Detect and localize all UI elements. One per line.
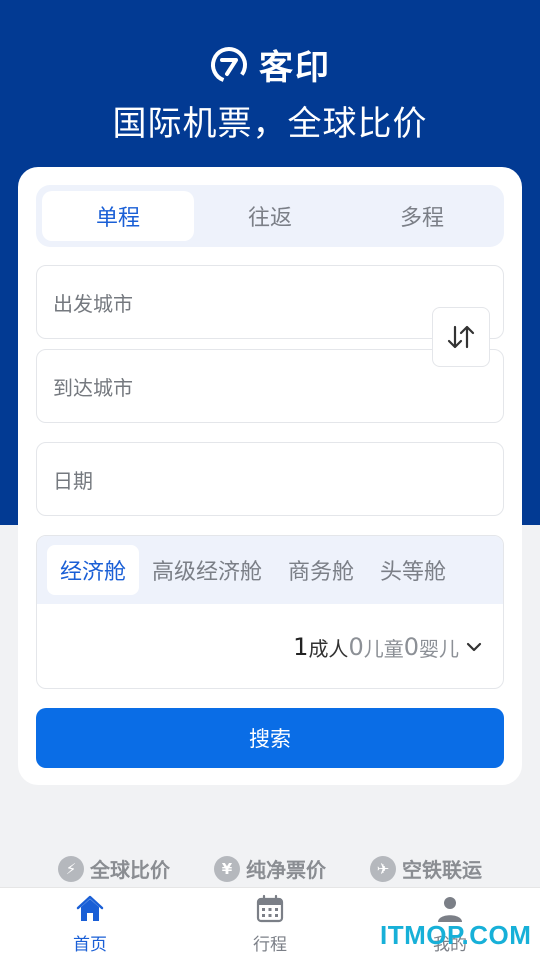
yen-icon: ¥ <box>214 855 240 882</box>
cabin-class-tabs: 经济舱 高级经济舱 商务舱 头等舱 <box>37 536 503 604</box>
cabin-first[interactable]: 头等舱 <box>367 545 459 595</box>
date-field[interactable]: 日期 <box>36 442 504 516</box>
tab-round-trip[interactable]: 往返 <box>194 191 346 241</box>
train-icon: ✈ <box>370 855 396 882</box>
user-icon <box>438 896 462 922</box>
calendar-icon <box>256 894 284 922</box>
passenger-selector[interactable]: 1 成人 0 儿童 0 婴儿 <box>37 604 503 688</box>
cabin-premium-economy[interactable]: 高级经济舱 <box>139 545 275 595</box>
chevron-down-icon <box>466 642 482 652</box>
trip-type-tabs: 单程 往返 多程 <box>36 185 504 247</box>
cabin-economy[interactable]: 经济舱 <box>47 545 140 595</box>
tab-multi-city[interactable]: 多程 <box>346 191 498 241</box>
tabbar-trips[interactable]: 行程 <box>180 888 360 960</box>
feature-label: 全球比价 <box>90 858 170 882</box>
children-label: 儿童 <box>363 636 404 661</box>
search-button[interactable]: 搜索 <box>36 708 504 768</box>
swap-arrows-icon <box>447 325 475 349</box>
adults-label: 成人 <box>308 636 349 661</box>
children-count: 0 <box>348 633 364 661</box>
feature-air-rail: ✈ 空铁联运 <box>370 854 482 883</box>
home-icon <box>76 895 104 921</box>
adults-count: 1 <box>293 633 309 661</box>
tab-one-way[interactable]: 单程 <box>42 191 194 241</box>
swap-cities-button[interactable] <box>432 307 490 367</box>
tabbar-home-label: 首页 <box>73 934 107 955</box>
brand-name: 客印 <box>259 48 331 88</box>
lightning-icon: ⚡ <box>58 855 84 882</box>
feature-global-compare: ⚡ 全球比价 <box>58 854 170 883</box>
search-card: 单程 往返 多程 出发城市 到达城市 日期 经济舱 高级经济舱 商务舱 头等舱 … <box>18 167 522 785</box>
cabin-passenger-box: 经济舱 高级经济舱 商务舱 头等舱 1 成人 0 儿童 0 婴儿 <box>36 535 504 689</box>
feature-label: 空铁联运 <box>402 858 482 882</box>
brand-logo: 客印 <box>0 40 540 89</box>
feature-clean-price: ¥ 纯净票价 <box>214 854 326 883</box>
tabbar-trips-label: 行程 <box>253 934 287 955</box>
tabbar-home[interactable]: 首页 <box>0 888 180 960</box>
slogan: 国际机票，全球比价 <box>112 104 428 144</box>
infants-label: 婴儿 <box>419 636 459 661</box>
infants-count: 0 <box>403 633 419 661</box>
brand-logo-icon <box>211 46 247 83</box>
feature-label: 纯净票价 <box>246 858 326 882</box>
feature-highlights: ⚡ 全球比价 ¥ 纯净票价 ✈ 空铁联运 <box>0 854 540 883</box>
watermark: ITMOP.COM <box>380 920 532 950</box>
cabin-business[interactable]: 商务舱 <box>275 545 367 595</box>
